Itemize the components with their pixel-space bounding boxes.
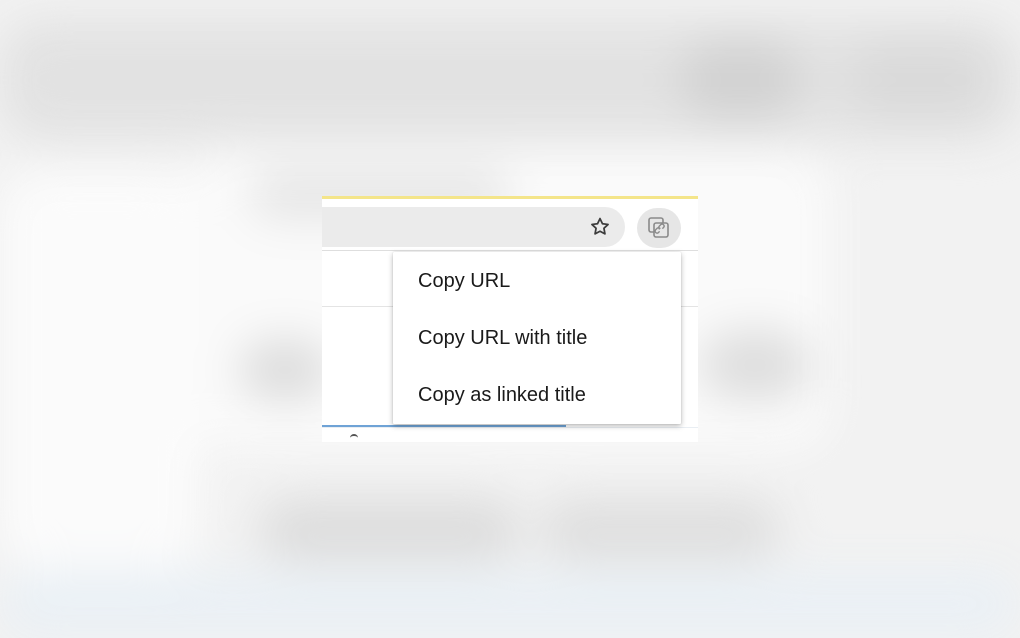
bg-blob	[0, 170, 200, 570]
menu-item-copy-as-linked-title[interactable]: Copy as linked title	[393, 367, 681, 424]
bg-blob	[0, 570, 1020, 638]
bg-blob	[540, 500, 780, 560]
bg-blob	[700, 330, 810, 400]
address-bar[interactable]	[322, 207, 625, 247]
copy-link-extension-button[interactable]	[637, 208, 681, 248]
bg-blob	[680, 40, 800, 120]
bg-blob	[240, 340, 330, 400]
partial-text-glyph	[350, 434, 358, 440]
bg-blob	[850, 40, 990, 120]
browser-toolbar	[322, 199, 698, 250]
menu-item-copy-url[interactable]: Copy URL	[393, 252, 681, 310]
bookmark-star-button[interactable]	[589, 216, 611, 238]
screenshot-stage: Copy URL Copy URL with title Copy as lin…	[0, 0, 1020, 638]
menu-item-copy-url-with-title[interactable]: Copy URL with title	[393, 310, 681, 367]
copy-link-icon	[648, 217, 669, 238]
star-outline-icon	[591, 217, 609, 235]
extension-context-menu: Copy URL Copy URL with title Copy as lin…	[393, 252, 681, 424]
bg-blob	[260, 500, 520, 560]
page-accent-underline	[322, 427, 698, 428]
toolbar-divider	[322, 250, 698, 251]
